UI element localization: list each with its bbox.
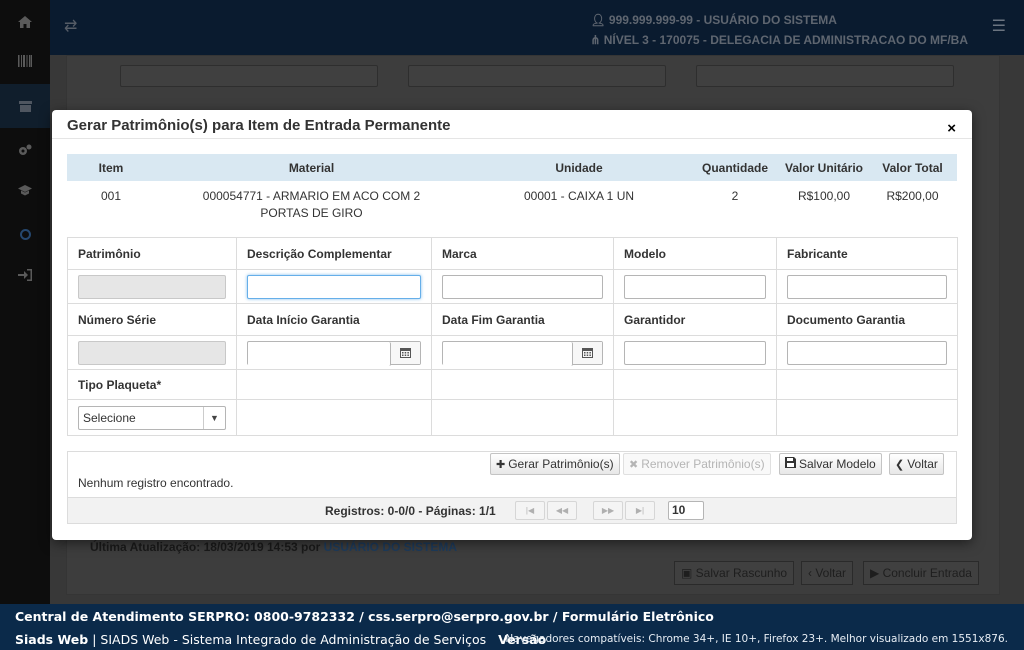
remove-assets-button[interactable]: ✖ Remover Patrimônio(s) bbox=[623, 453, 771, 475]
save-draft-button[interactable]: ▣ Salvar Rascunho bbox=[674, 561, 795, 585]
calendar-icon[interactable] bbox=[573, 341, 602, 364]
tipo-plaqueta-select[interactable]: Selecione ▼ bbox=[78, 405, 226, 430]
table-cell: 00001 - CAIXA 1 UN bbox=[523, 189, 635, 203]
sign-in-icon[interactable] bbox=[0, 253, 50, 297]
documento-label: Documento Garantia bbox=[776, 303, 958, 336]
table-cell: 001 bbox=[100, 189, 122, 203]
chevron-left-icon: ❮ bbox=[895, 458, 905, 471]
modelo-input[interactable] bbox=[624, 274, 766, 299]
save-template-button[interactable]: Salvar Modelo bbox=[779, 453, 882, 475]
gears-icon[interactable] bbox=[0, 128, 50, 172]
marca-input[interactable] bbox=[442, 274, 603, 299]
table-cell: R$200,00 bbox=[886, 189, 939, 203]
sidebar bbox=[0, 0, 50, 604]
descricao-input[interactable] bbox=[247, 274, 421, 299]
patrimonio-label: Patrimônio bbox=[67, 237, 237, 270]
fabricante-label: Fabricante bbox=[776, 237, 958, 270]
page-footer: Central de Atendimento SERPRO: 0800-9782… bbox=[0, 604, 1024, 650]
level-line: NÍVEL 3 - 170075 - DELEGACIA DE ADMINIST… bbox=[603, 33, 968, 47]
pagination: Registros: 0-0/0 - Páginas: 1/1 |◀ ◀◀ ▶▶… bbox=[68, 497, 956, 523]
garantidor-label: Garantidor bbox=[613, 303, 777, 336]
item-table: Item Material Unidade Quantidade Valor U… bbox=[67, 154, 957, 223]
user-icon: 👤︎ bbox=[590, 13, 606, 27]
user-info: 👤︎ 999.999.999-99 - USUÁRIO DO SISTEMA ⋔… bbox=[590, 10, 968, 50]
generate-assets-modal: Gerar Patrimônio(s) para Item de Entrada… bbox=[52, 110, 972, 540]
asset-form: Patrimônio Descrição Complementar Marca … bbox=[67, 237, 958, 436]
fabricante-input[interactable] bbox=[787, 274, 947, 299]
user-line: 999.999.999-99 - USUÁRIO DO SISTEMA bbox=[608, 13, 837, 27]
plus-icon: ✚ bbox=[496, 458, 506, 471]
column-header: Quantidade bbox=[690, 154, 780, 181]
previous-page-icon[interactable]: ◀◀ bbox=[547, 501, 577, 520]
column-header: Valor Total bbox=[868, 154, 957, 181]
modelo-label: Modelo bbox=[613, 237, 777, 270]
marca-label: Marca bbox=[431, 237, 614, 270]
top-navbar: ⇄ 👤︎ 999.999.999-99 - USUÁRIO DO SISTEMA… bbox=[50, 0, 1024, 55]
table-cell: 000054771 - ARMARIO EM ACO COM 2 PORTAS … bbox=[202, 189, 421, 220]
tipo-plaqueta-label: Tipo Plaqueta* bbox=[67, 369, 237, 400]
table-cell: 2 bbox=[731, 189, 739, 203]
descricao-label: Descrição Complementar bbox=[236, 237, 432, 270]
column-header: Material bbox=[155, 154, 468, 181]
hamburger-menu-icon[interactable]: ☰ bbox=[992, 16, 1006, 36]
last-update-user-link[interactable]: USUÁRIO DO SISTEMA bbox=[324, 540, 457, 554]
garantidor-input[interactable] bbox=[624, 340, 766, 365]
numero-serie-input bbox=[78, 340, 226, 365]
data-fim-input[interactable] bbox=[443, 341, 573, 366]
close-icon[interactable]: × bbox=[947, 120, 956, 137]
brand-name: Siads Web bbox=[15, 632, 89, 647]
empty-message: Nenhum registro encontrado. bbox=[78, 476, 234, 490]
last-update: Última Atualização: 18/03/2019 14:53 por… bbox=[90, 540, 457, 554]
archive-icon[interactable] bbox=[0, 84, 50, 128]
modal-header: Gerar Patrimônio(s) para Item de Entrada… bbox=[52, 110, 972, 139]
home-icon[interactable] bbox=[0, 0, 50, 44]
swap-icon[interactable]: ⇄ bbox=[64, 16, 77, 36]
data-fim-label: Data Fim Garantia bbox=[431, 303, 614, 336]
results-panel: ✚ Gerar Patrimônio(s) ✖ Remover Patrimôn… bbox=[67, 451, 957, 524]
next-page-icon[interactable]: ▶▶ bbox=[593, 501, 623, 520]
page-size-select[interactable]: 10 bbox=[668, 501, 704, 520]
table-cell: R$100,00 bbox=[797, 189, 851, 203]
numero-serie-label: Número Série bbox=[67, 303, 237, 336]
background-input[interactable] bbox=[120, 65, 378, 87]
times-icon: ✖ bbox=[629, 458, 639, 471]
floppy-disk-icon bbox=[785, 457, 796, 471]
system-name: | SIADS Web - Sistema Integrado de Admin… bbox=[92, 632, 487, 647]
system-line: Siads Web | SIADS Web - Sistema Integrad… bbox=[15, 632, 546, 647]
circle-icon[interactable] bbox=[0, 212, 50, 256]
data-inicio-label: Data Início Garantia bbox=[236, 303, 432, 336]
background-back-button[interactable]: ‹ Voltar bbox=[801, 561, 854, 585]
calendar-icon[interactable] bbox=[391, 341, 420, 364]
back-button[interactable]: ❮ Voltar bbox=[889, 453, 944, 475]
last-update-label: Última Atualização: 18/03/2019 14:53 por bbox=[90, 540, 321, 554]
browser-compat: Navegadores compatíveis: Chrome 34+, IE … bbox=[505, 633, 1008, 645]
generate-assets-button[interactable]: ✚ Gerar Patrimônio(s) bbox=[490, 453, 620, 475]
column-header: Unidade bbox=[468, 154, 690, 181]
first-page-icon[interactable]: |◀ bbox=[515, 501, 545, 520]
data-inicio-field bbox=[247, 340, 421, 366]
last-page-icon[interactable]: ▶| bbox=[625, 501, 655, 520]
column-header: Valor Unitário bbox=[780, 154, 868, 181]
graduation-cap-icon[interactable] bbox=[0, 168, 50, 212]
sitemap-icon: ⋔ bbox=[590, 33, 601, 47]
documento-input[interactable] bbox=[787, 340, 947, 365]
support-line: Central de Atendimento SERPRO: 0800-9782… bbox=[15, 609, 714, 624]
data-inicio-input[interactable] bbox=[248, 341, 391, 366]
column-header: Item bbox=[67, 154, 155, 181]
chevron-down-icon: ▼ bbox=[203, 406, 225, 429]
finish-entry-button[interactable]: ▶ Concluir Entrada bbox=[863, 561, 979, 585]
data-fim-field bbox=[442, 340, 603, 366]
tipo-plaqueta-value: Selecione bbox=[83, 410, 136, 425]
background-input[interactable] bbox=[696, 65, 954, 87]
pagination-summary: Registros: 0-0/0 - Páginas: 1/1 bbox=[325, 504, 496, 518]
barcode-icon[interactable] bbox=[0, 39, 50, 83]
modal-title: Gerar Patrimônio(s) para Item de Entrada… bbox=[67, 117, 451, 134]
patrimonio-input bbox=[78, 274, 226, 299]
table-row: 001 000054771 - ARMARIO EM ACO COM 2 POR… bbox=[67, 181, 957, 223]
background-input[interactable] bbox=[408, 65, 666, 87]
